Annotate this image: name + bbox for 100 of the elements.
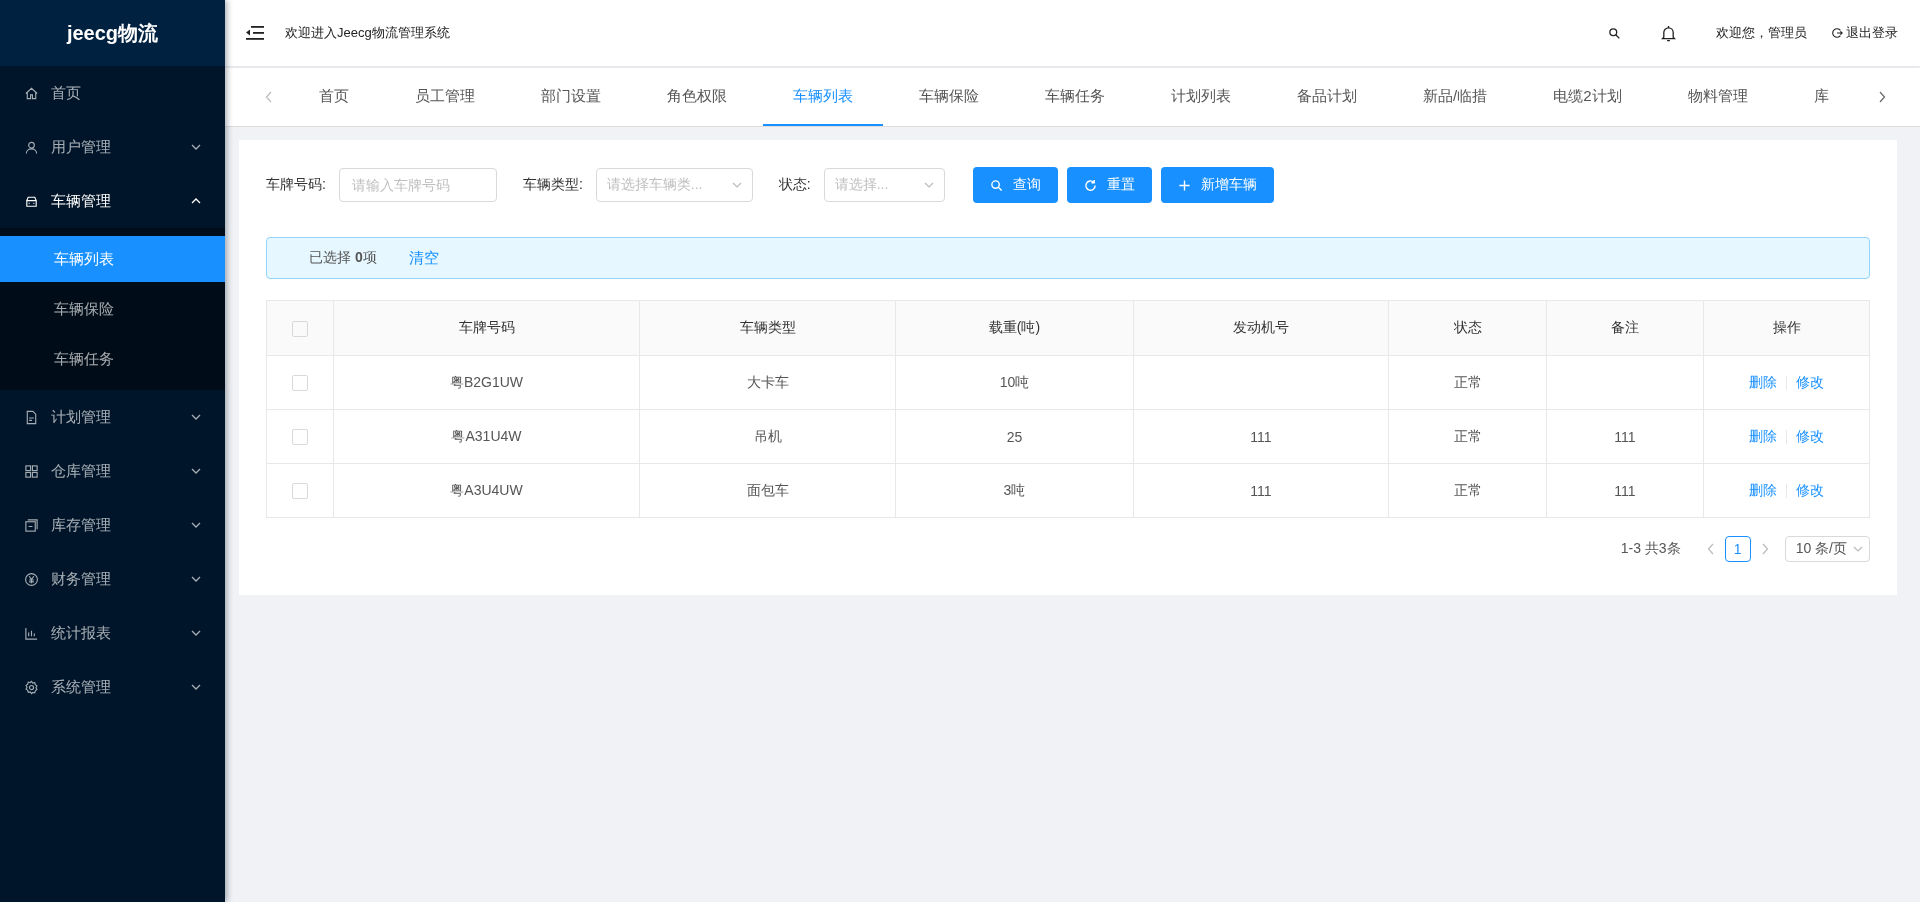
- home-icon: [24, 85, 39, 101]
- tab[interactable]: 备品计划: [1267, 68, 1387, 126]
- menu-label: 仓库管理: [51, 461, 112, 481]
- document-icon: [24, 409, 39, 425]
- menu-label: 统计报表: [51, 623, 112, 643]
- total-count: 1-3 共3条: [1620, 540, 1681, 558]
- menu-label: 财务管理: [51, 569, 112, 589]
- checkbox[interactable]: [292, 375, 308, 392]
- filter-label: 状态:: [778, 176, 811, 194]
- menu-label: 计划管理: [51, 407, 112, 427]
- tab[interactable]: 首页: [289, 68, 379, 126]
- menu-item[interactable]: 首页: [0, 66, 225, 120]
- column-header: 车牌号码: [333, 300, 640, 356]
- table-cell: 111: [1250, 482, 1272, 499]
- column-header: 车辆类型: [639, 300, 896, 356]
- tab[interactable]: 库: [1783, 68, 1829, 126]
- table-cell: 正常: [1453, 427, 1482, 444]
- checkbox[interactable]: [292, 483, 308, 500]
- plus-icon: [1177, 178, 1191, 192]
- user-icon: [24, 139, 39, 155]
- chevron-down-icon: [191, 522, 201, 528]
- app-logo: jeecg物流: [0, 0, 225, 66]
- search-icon: [989, 178, 1003, 192]
- previous-page-icon[interactable]: [1706, 543, 1715, 555]
- menu-label: 库存管理: [51, 515, 112, 535]
- user-greeting: 欢迎您，管理员: [1716, 24, 1807, 42]
- yen-icon: [24, 571, 39, 587]
- tab[interactable]: 车辆保险: [889, 68, 1009, 126]
- input-field[interactable]: 请输入车牌号码: [338, 168, 497, 202]
- menu-label: 用户管理: [51, 137, 112, 157]
- chevron-down-icon: [191, 684, 201, 690]
- logout-icon: [1831, 27, 1843, 39]
- search-icon[interactable]: [1608, 26, 1621, 40]
- filter-label: 车牌号码:: [266, 176, 326, 194]
- scroll-left-icon[interactable]: [265, 91, 273, 103]
- chevron-down-icon: [191, 576, 201, 582]
- tab[interactable]: 电缆2计划: [1523, 68, 1652, 126]
- tab[interactable]: 新品/临措: [1393, 68, 1518, 126]
- tab[interactable]: 员工管理: [385, 68, 505, 126]
- checkbox[interactable]: [292, 429, 308, 446]
- chevron-up-icon: [191, 198, 201, 204]
- menu-item[interactable]: 库存管理: [0, 498, 225, 552]
- table-cell: 吊机: [753, 427, 782, 444]
- tab[interactable]: 计划列表: [1141, 68, 1261, 126]
- chevron-down-icon: [191, 630, 201, 636]
- checkbox[interactable]: [292, 320, 308, 337]
- menu-item[interactable]: 仓库管理: [0, 444, 225, 498]
- chevron-down-icon: [191, 468, 201, 474]
- chevron-down-icon: [923, 182, 934, 188]
- table-cell: 大卡车: [746, 373, 789, 390]
- table-cell: 粤A3U4UW: [450, 481, 523, 498]
- menu-label: 车辆管理: [51, 191, 112, 211]
- stack-icon: [24, 517, 39, 533]
- column-header: 载重(吨): [895, 300, 1134, 356]
- menu-label: 首页: [51, 83, 82, 103]
- column-header: 备注: [1546, 300, 1704, 356]
- bell-icon[interactable]: [1661, 24, 1676, 42]
- chevron-down-icon: [191, 414, 201, 420]
- filter-label: 车辆类型:: [522, 176, 583, 194]
- table-cell: 面包车: [746, 481, 789, 498]
- menu-fold-icon[interactable]: [245, 25, 265, 41]
- bar-chart-icon: [24, 625, 39, 641]
- table-cell: 25: [1006, 428, 1023, 445]
- table-cell: 111: [1614, 482, 1636, 499]
- submenu-item[interactable]: 车辆保险: [0, 286, 225, 332]
- column-header: 状态: [1388, 300, 1547, 356]
- menu-item[interactable]: 用户管理: [0, 120, 225, 174]
- chevron-down-icon: [1853, 546, 1863, 552]
- selection-count: 已选择 0项: [309, 249, 377, 267]
- menu-label: 系统管理: [51, 677, 112, 697]
- tab[interactable]: 部门设置: [511, 68, 631, 126]
- submenu-item[interactable]: 车辆任务: [0, 336, 225, 382]
- chevron-down-icon: [191, 144, 201, 150]
- table-cell: 正常: [1453, 373, 1482, 390]
- reload-icon: [1083, 178, 1097, 192]
- logout-link[interactable]: 退出登录: [1831, 24, 1898, 42]
- table-cell: 111: [1614, 428, 1636, 445]
- menu-item[interactable]: 系统管理: [0, 660, 225, 714]
- table-cell: 粤A31U4W: [451, 427, 522, 444]
- page-title: 欢迎进入Jeecg物流管理系统: [285, 24, 450, 42]
- chevron-down-icon: [731, 182, 742, 188]
- table-cell: 111: [1250, 428, 1272, 445]
- column-header: 发动机号: [1133, 300, 1389, 356]
- settings-icon: [24, 679, 39, 695]
- grid-icon: [24, 463, 39, 479]
- menu-item[interactable]: 车辆管理: [0, 174, 225, 228]
- tab[interactable]: 车辆任务: [1015, 68, 1135, 126]
- column-header: 操作: [1703, 300, 1870, 356]
- table-cell: 正常: [1453, 481, 1482, 498]
- table-cell: 3吨: [1003, 481, 1026, 498]
- scroll-right-icon[interactable]: [1878, 91, 1886, 103]
- menu-item[interactable]: 计划管理: [0, 390, 225, 444]
- tab[interactable]: 物料管理: [1657, 68, 1778, 126]
- tab[interactable]: 角色权限: [637, 68, 757, 126]
- table-cell: 10吨: [999, 373, 1030, 390]
- menu-item[interactable]: 统计报表: [0, 606, 225, 660]
- table-cell: 粤B2G1UW: [449, 373, 524, 390]
- next-page-icon[interactable]: [1760, 543, 1769, 555]
- page-size-select[interactable]: 10 条/页: [1784, 536, 1870, 562]
- menu-item[interactable]: 财务管理: [0, 552, 225, 606]
